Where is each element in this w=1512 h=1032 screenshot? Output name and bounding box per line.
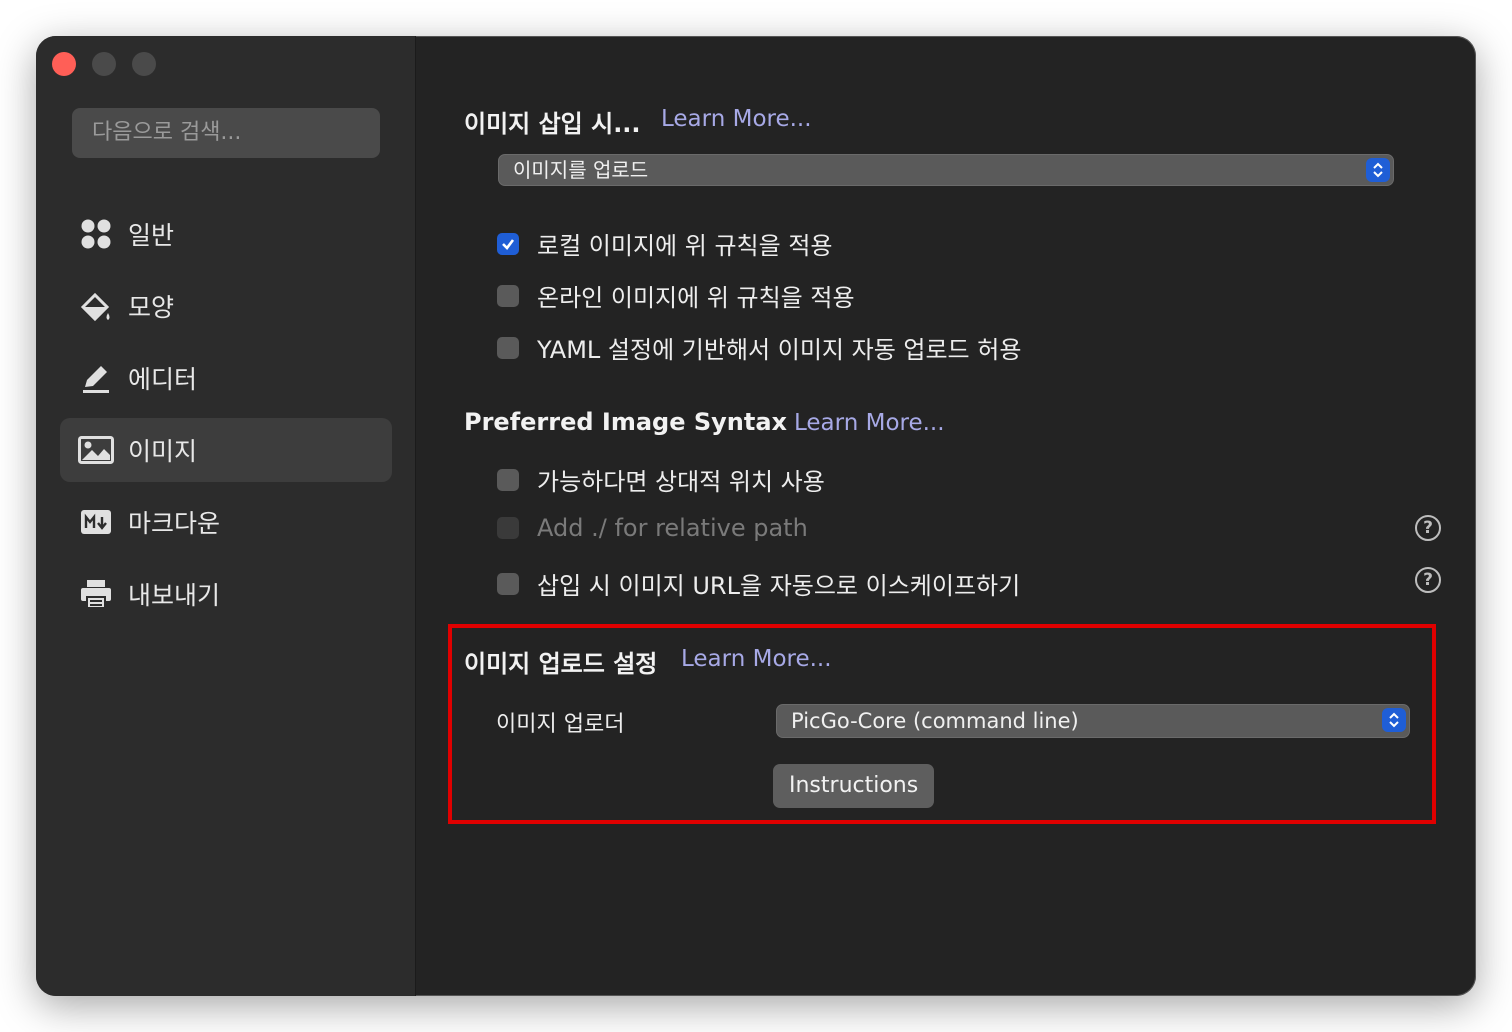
pencil-icon <box>78 360 114 396</box>
sidebar: 다음으로 검색... 일반 모양 에디터 이미지 마크다운 내보내기 <box>36 36 416 996</box>
help-icon[interactable]: ? <box>1415 567 1441 593</box>
checkbox-label: 온라인 이미지에 위 규칙을 적용 <box>537 284 855 312</box>
syntax-section-title: Preferred Image Syntax <box>464 408 788 436</box>
insert-learn-more-link[interactable]: Learn More... <box>661 106 812 132</box>
checkbox-online-images[interactable] <box>497 284 519 307</box>
checkbox-label: 가능하다면 상대적 위치 사용 <box>537 468 825 496</box>
markdown-icon <box>78 504 114 540</box>
sidebar-item-appearance[interactable]: 모양 <box>60 274 392 338</box>
insert-action-value: 이미지를 업로드 <box>513 158 649 182</box>
settings-panel: 이미지 삽입 시... Learn More... 이미지를 업로드 로컬 이미… <box>416 36 1476 996</box>
sidebar-item-export[interactable]: 내보내기 <box>60 562 392 626</box>
help-icon[interactable]: ? <box>1415 515 1441 541</box>
checkbox-label: 로컬 이미지에 위 규칙을 적용 <box>537 232 833 260</box>
sidebar-item-image[interactable]: 이미지 <box>60 418 392 482</box>
checkbox-row-escape-url[interactable]: 삽입 시 이미지 URL을 자동으로 이스케이프하기 <box>497 566 1020 601</box>
sidebar-item-label: 일반 <box>128 221 175 250</box>
checkbox-row-dot-slash: Add ./ for relative path <box>497 514 808 542</box>
checkbox-escape-url[interactable] <box>497 572 519 595</box>
printer-icon <box>78 576 114 612</box>
maximize-window-button[interactable] <box>132 52 156 76</box>
close-window-button[interactable] <box>52 52 76 76</box>
minimize-window-button[interactable] <box>92 52 116 76</box>
checkbox-row-relative-path[interactable]: 가능하다면 상대적 위치 사용 <box>497 462 825 497</box>
sidebar-item-editor[interactable]: 에디터 <box>60 346 392 410</box>
sidebar-item-label: 이미지 <box>128 437 198 466</box>
image-icon <box>78 432 114 468</box>
sidebar-item-markdown[interactable]: 마크다운 <box>60 490 392 554</box>
insert-section-title: 이미지 삽입 시... <box>464 110 641 138</box>
sidebar-item-label: 모양 <box>128 293 175 322</box>
syntax-learn-more-link[interactable]: Learn More... <box>794 410 945 436</box>
sidebar-item-label: 에디터 <box>128 365 198 394</box>
sidebar-item-label: 마크다운 <box>128 509 221 538</box>
checkbox-row-local-images[interactable]: 로컬 이미지에 위 규칙을 적용 <box>497 226 832 261</box>
checkbox-row-online-images[interactable]: 온라인 이미지에 위 규칙을 적용 <box>497 278 855 313</box>
chevron-up-down-icon <box>1366 158 1390 182</box>
checkbox-relative-path[interactable] <box>497 468 519 491</box>
highlight-box <box>448 624 1436 824</box>
search-input[interactable]: 다음으로 검색... <box>72 108 380 158</box>
checkbox-row-yaml-upload[interactable]: YAML 설정에 기반해서 이미지 자동 업로드 허용 <box>497 330 1021 365</box>
checkbox-local-images[interactable] <box>497 232 519 255</box>
preferences-window: 다음으로 검색... 일반 모양 에디터 이미지 마크다운 내보내기 이미지 삽… <box>36 36 1476 996</box>
checkbox-label: YAML 설정에 기반해서 이미지 자동 업로드 허용 <box>537 336 1022 364</box>
paint-bucket-icon <box>78 288 114 324</box>
checkbox-label: Add ./ for relative path <box>537 514 808 542</box>
sidebar-item-label: 내보내기 <box>128 581 221 610</box>
checkbox-yaml-upload[interactable] <box>497 336 519 359</box>
sidebar-item-general[interactable]: 일반 <box>60 202 392 266</box>
insert-action-select[interactable]: 이미지를 업로드 <box>498 154 1394 186</box>
checkbox-dot-slash <box>497 517 519 539</box>
checkbox-label: 삽입 시 이미지 URL을 자동으로 이스케이프하기 <box>537 572 1021 600</box>
grid-icon <box>78 216 114 252</box>
